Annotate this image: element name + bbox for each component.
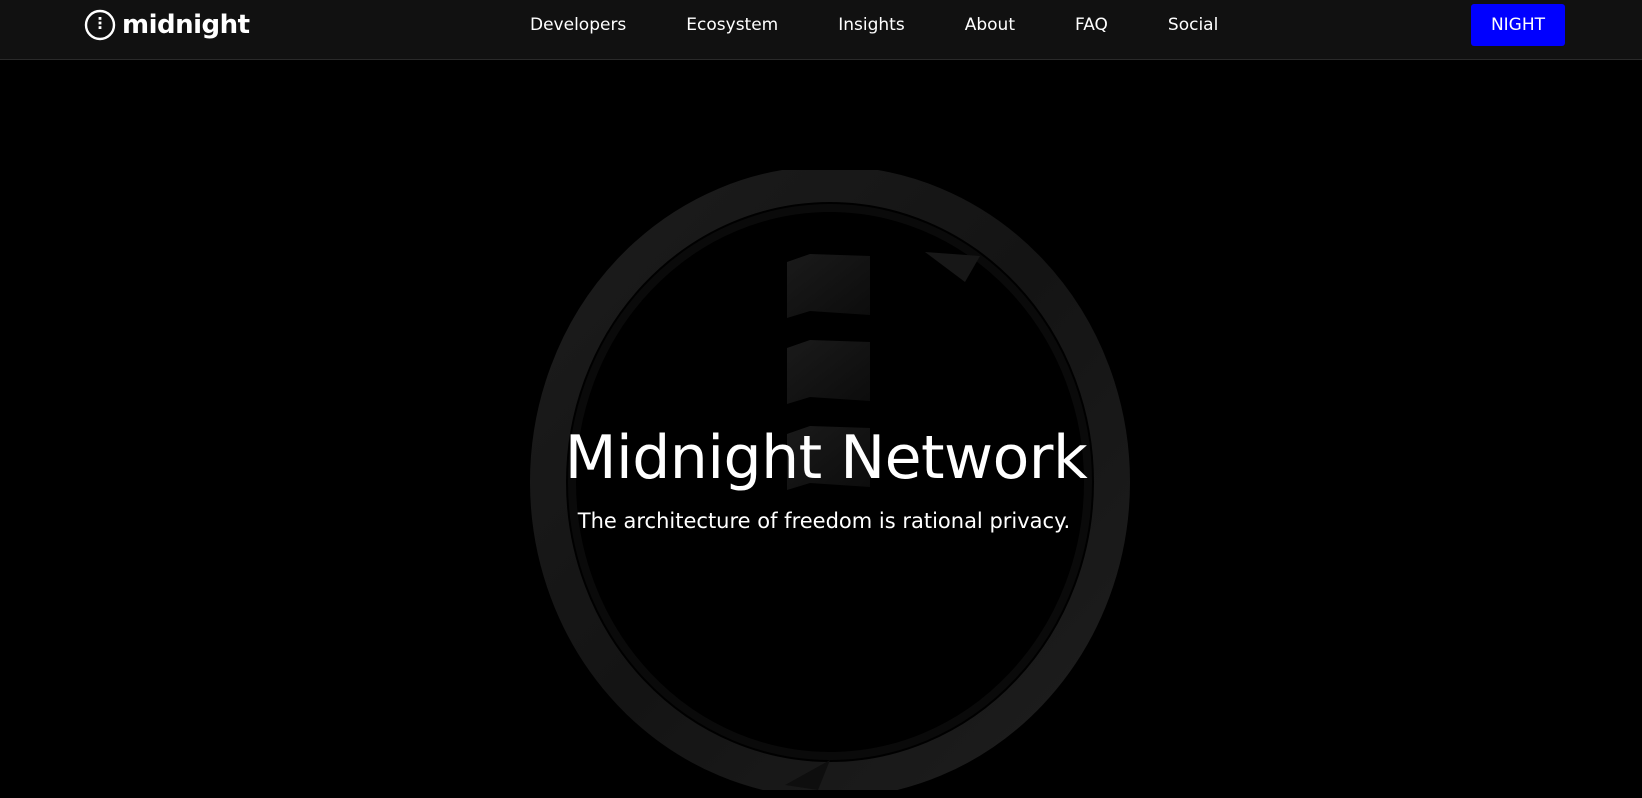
hero-subtitle: The architecture of freedom is rational … [577, 509, 1071, 533]
home-logo-link[interactable]: midnight [84, 9, 250, 41]
night-button[interactable]: NIGHT [1471, 4, 1565, 46]
midnight-logo-icon [84, 9, 116, 41]
nav-link-faq[interactable]: FAQ [1075, 15, 1108, 35]
nav-link-ecosystem[interactable]: Ecosystem [686, 15, 778, 35]
hero-section: Midnight Network The architecture of fre… [0, 60, 1642, 798]
nav-link-about[interactable]: About [965, 15, 1015, 35]
nav-link-insights[interactable]: Insights [838, 15, 904, 35]
nav-link-developers[interactable]: Developers [530, 15, 626, 35]
main-nav: Developers Ecosystem Insights About FAQ … [530, 0, 1218, 50]
hero-title: Midnight Network [564, 423, 1088, 493]
logo-wordmark: midnight [122, 10, 250, 40]
nav-link-social[interactable]: Social [1168, 15, 1218, 35]
top-navbar: midnight Developers Ecosystem Insights A… [0, 0, 1642, 60]
